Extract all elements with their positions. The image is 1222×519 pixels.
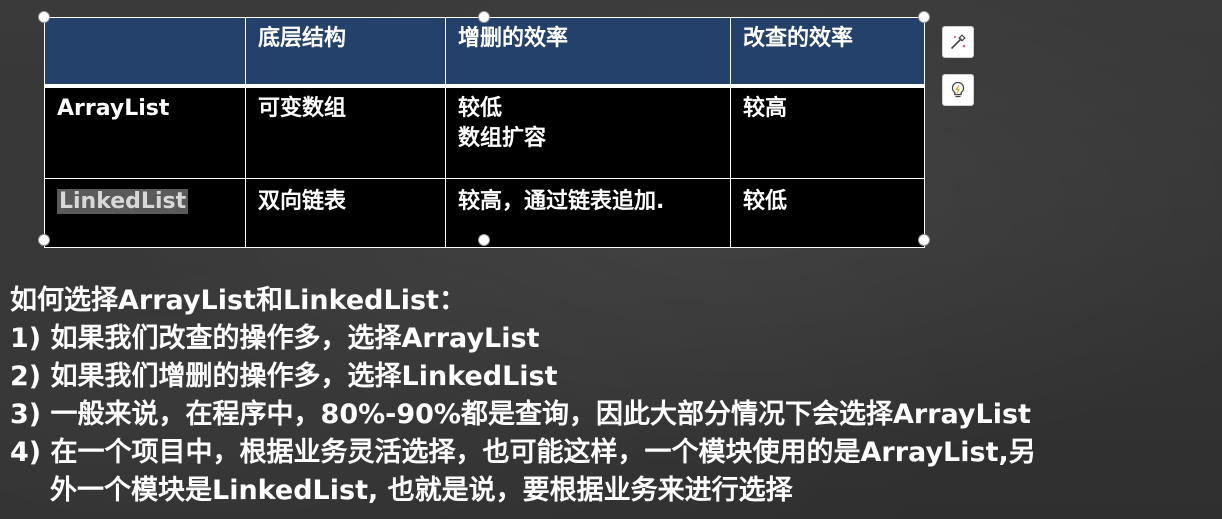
cell-arraylist-structure[interactable]: 可变数组 — [245, 85, 446, 179]
lightbulb-icon — [951, 81, 965, 98]
list-item: 2) 如果我们增删的操作多，选择LinkedList — [10, 361, 558, 392]
table-row: ArrayList 可变数组 较低 数组扩容 较高 — [44, 85, 925, 179]
list-item: 4) 在一个项目中，根据业务灵活选择，也可能这样，一个模块使用的是ArrayLi… — [10, 437, 1036, 468]
resize-handle-bottom-middle[interactable] — [478, 234, 490, 246]
resize-handle-top-right[interactable] — [918, 11, 930, 23]
cell-linkedlist-query[interactable]: 较低 — [730, 178, 925, 248]
header-cell-structure[interactable]: 底层结构 — [245, 17, 446, 88]
list-item: 3) 一般来说，在程序中，80%-90%都是查询，因此大部分情况下会选择Arra… — [10, 399, 1031, 430]
resize-handle-bottom-left[interactable] — [38, 234, 50, 246]
ideas-button[interactable] — [942, 74, 974, 106]
cell-linkedlist-structure[interactable]: 双向链表 — [245, 178, 446, 248]
header-cell-query[interactable]: 改查的效率 — [730, 17, 925, 88]
magic-wand-icon — [951, 34, 966, 49]
selection-notes: 如何选择ArrayList和LinkedList： 1) 如果我们改查的操作多，… — [10, 282, 1218, 510]
cell-arraylist-query[interactable]: 较高 — [730, 85, 925, 179]
highlighted-text: LinkedList — [57, 189, 189, 214]
list-item-continuation: 外一个模块是LinkedList, 也就是说，要根据业务来进行选择 — [50, 475, 793, 506]
list-item: 1) 如果我们改查的操作多，选择ArrayList — [10, 323, 540, 354]
cell-linkedlist-name[interactable]: LinkedList — [44, 178, 246, 248]
cell-arraylist-name[interactable]: ArrayList — [44, 85, 246, 179]
resize-handle-top-left[interactable] — [38, 11, 50, 23]
header-cell-add-delete[interactable]: 增删的效率 — [445, 17, 731, 88]
resize-handle-bottom-right[interactable] — [918, 234, 930, 246]
comparison-table-frame[interactable]: 底层结构 增删的效率 改查的效率 ArrayList 可变数组 较低 数组扩容 … — [44, 17, 925, 248]
resize-handle-top-middle[interactable] — [478, 11, 490, 23]
cell-arraylist-add-delete[interactable]: 较低 数组扩容 — [445, 85, 731, 179]
header-cell-empty[interactable] — [44, 17, 246, 88]
comparison-table[interactable]: 底层结构 增删的效率 改查的效率 ArrayList 可变数组 较低 数组扩容 … — [44, 17, 925, 248]
table-header-row: 底层结构 增删的效率 改查的效率 — [44, 17, 925, 88]
notes-title: 如何选择ArrayList和LinkedList： — [10, 285, 466, 316]
design-ideas-button[interactable] — [942, 26, 974, 58]
